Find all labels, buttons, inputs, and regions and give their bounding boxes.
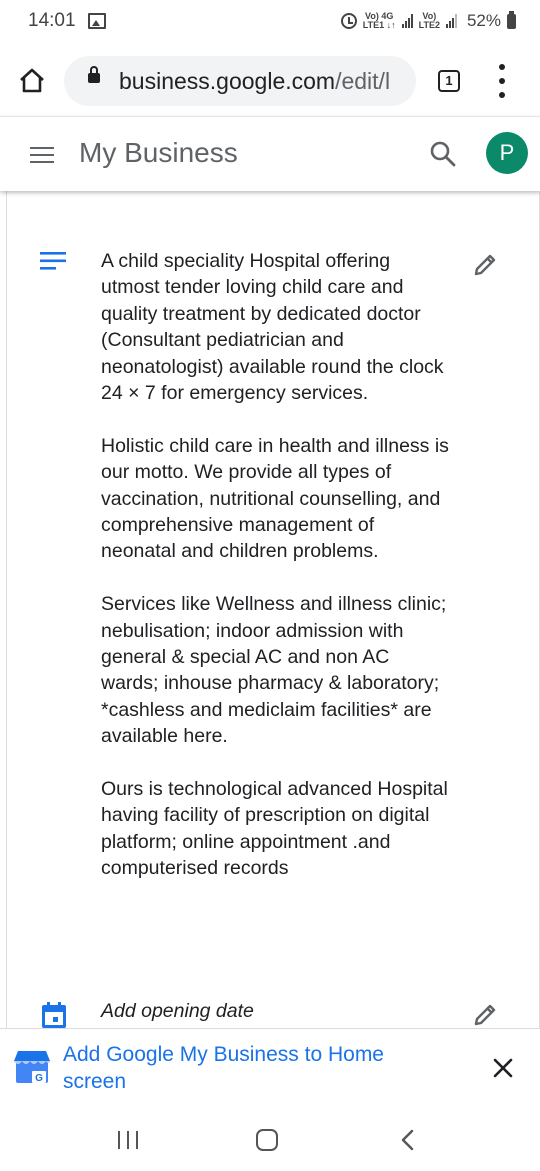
battery-icon: [507, 10, 516, 29]
app-header: My Business P: [0, 116, 540, 191]
url-path: /edit/l: [335, 68, 391, 94]
page-title: My Business: [79, 137, 238, 168]
home-nav-icon[interactable]: [256, 1129, 278, 1151]
status-bar: 14:01 Vo) 4G LTE1 ↓↑ Vo) LTE2 52%: [0, 0, 540, 44]
hamburger-menu-icon[interactable]: [30, 147, 54, 163]
address-bar[interactable]: business.google.com/edit/l: [64, 56, 416, 106]
google-my-business-icon: G: [14, 1051, 50, 1084]
search-icon: [430, 141, 456, 167]
url-text[interactable]: business.google.com/edit/l: [119, 68, 409, 95]
description-paragraph: Ours is technological advanced Hospital …: [101, 778, 448, 880]
sim2-network-label: Vo) LTE2: [419, 12, 440, 30]
signal-icon: [401, 14, 413, 28]
tab-switcher-button[interactable]: 1: [438, 70, 460, 92]
calendar-icon: [42, 1002, 66, 1028]
system-navigation-bar: [0, 1108, 540, 1171]
main-content: A child speciality Hospital offering utm…: [0, 190, 540, 1028]
browser-toolbar: business.google.com/edit/l 1: [0, 44, 540, 116]
description-icon: [40, 252, 66, 270]
description-paragraph: A child speciality Hospital offering utm…: [101, 250, 444, 405]
edit-description-pencil-icon[interactable]: [472, 252, 498, 278]
business-description: A child speciality Hospital offering utm…: [101, 248, 451, 908]
image-notification-icon: [88, 13, 106, 29]
status-indicators: Vo) 4G LTE1 ↓↑ Vo) LTE2 52%: [340, 8, 516, 34]
close-icon[interactable]: [490, 1055, 516, 1081]
description-paragraph: Services like Wellness and illness clini…: [101, 593, 447, 748]
add-to-home-banner[interactable]: G Add Google My Business to Home screen: [0, 1028, 540, 1109]
battery-percent: 52%: [466, 11, 501, 30]
add-to-home-text[interactable]: Add Google My Business to Home screen: [63, 1041, 443, 1095]
svg-text:G: G: [35, 1073, 43, 1084]
description-paragraph: Holistic child care in health and illnes…: [101, 434, 449, 563]
recent-apps-icon[interactable]: [118, 1131, 138, 1149]
browser-menu-button[interactable]: [492, 64, 512, 98]
home-icon: [20, 68, 44, 93]
sim2-label-bottom: LTE2: [418, 20, 440, 30]
sim1-label-bottom: LTE1 ↓↑: [362, 20, 396, 30]
status-time: 14:01: [28, 10, 76, 31]
lock-icon: [88, 66, 100, 83]
more-vert-icon: [499, 64, 505, 70]
signal-icon-2: [445, 14, 457, 28]
back-icon[interactable]: [398, 1129, 418, 1151]
alarm-icon: [340, 13, 357, 29]
edit-opening-date-pencil-icon[interactable]: [472, 1002, 498, 1028]
sim1-network-label: Vo) 4G LTE1 ↓↑: [363, 12, 396, 30]
search-button[interactable]: [428, 139, 458, 169]
add-opening-date-link[interactable]: Add opening date: [101, 1000, 254, 1023]
url-domain: business.google.com: [119, 68, 336, 94]
avatar[interactable]: P: [486, 132, 528, 174]
browser-home-button[interactable]: [12, 60, 52, 100]
